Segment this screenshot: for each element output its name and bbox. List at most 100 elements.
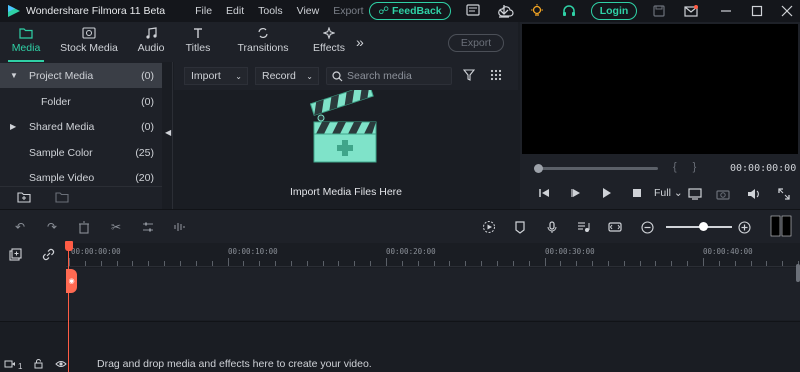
- quality-dropdown[interactable]: Full ⌄: [654, 187, 683, 199]
- new-folder-icon[interactable]: [17, 191, 31, 206]
- fit-timeline-icon[interactable]: [607, 219, 623, 235]
- filter-icon[interactable]: [462, 69, 476, 84]
- chevron-down-icon: ⌄: [235, 71, 242, 81]
- ruler-label: 00:00:10:00: [228, 247, 278, 256]
- stop-icon[interactable]: [633, 188, 642, 201]
- menu-view[interactable]: View: [297, 5, 320, 17]
- delete-icon[interactable]: [76, 219, 92, 235]
- menu-file[interactable]: File: [195, 5, 212, 17]
- library-item-folder[interactable]: Folder (0): [0, 89, 162, 114]
- media-toolbar: Import ⌄ Record ⌄: [174, 62, 518, 90]
- tab-titles[interactable]: Titles: [176, 22, 220, 62]
- tab-effects[interactable]: Effects: [306, 22, 352, 62]
- add-track-icon[interactable]: [9, 248, 22, 264]
- marker-icon[interactable]: [512, 219, 528, 235]
- save-icon[interactable]: [651, 3, 667, 19]
- volume-icon[interactable]: [747, 188, 761, 203]
- play-icon[interactable]: [602, 188, 612, 201]
- ruler-tick: [227, 258, 229, 266]
- preview-progress-bar[interactable]: [538, 167, 658, 170]
- more-tabs-chevron-icon[interactable]: »: [356, 34, 364, 50]
- preview-controls: Full ⌄: [520, 182, 800, 206]
- lightbulb-icon[interactable]: [529, 3, 545, 19]
- library-item-project-media[interactable]: ▼ Project Media (0): [0, 63, 162, 88]
- play-reverse-icon[interactable]: [570, 188, 582, 201]
- playhead-clip-marker-icon[interactable]: ◉: [66, 269, 77, 293]
- cloud-icon[interactable]: [498, 3, 514, 19]
- search-box[interactable]: [326, 67, 452, 85]
- fullscreen-icon[interactable]: [778, 188, 790, 203]
- voiceover-list-icon[interactable]: [575, 219, 591, 235]
- timeline-scrollbar[interactable]: [796, 264, 800, 282]
- playhead-handle[interactable]: [65, 241, 73, 251]
- folder-outline-icon[interactable]: [55, 191, 69, 206]
- feedback-button[interactable]: ☍ FeedBack: [369, 2, 451, 20]
- notes-icon[interactable]: [465, 3, 481, 19]
- ruler-tick: [655, 261, 657, 266]
- track-controls: 1: [4, 359, 68, 371]
- playhead-line[interactable]: [68, 243, 69, 372]
- eye-icon[interactable]: [55, 359, 68, 371]
- login-button[interactable]: Login: [591, 2, 637, 20]
- ruler-tick: [528, 261, 530, 266]
- ruler-tick: [592, 261, 594, 266]
- library-item-sample-color[interactable]: Sample Color (25): [0, 140, 162, 165]
- export-button[interactable]: Export: [448, 34, 504, 52]
- panel-layout-icon[interactable]: [770, 215, 792, 237]
- maximize-icon[interactable]: [749, 3, 765, 19]
- menu-tools[interactable]: Tools: [258, 5, 283, 17]
- adjust-icon[interactable]: [140, 219, 156, 235]
- redo-icon[interactable]: ↷: [44, 219, 60, 235]
- menu-edit[interactable]: Edit: [226, 5, 244, 17]
- zoom-in-icon[interactable]: [736, 219, 752, 235]
- snapshot-camera-icon[interactable]: [716, 188, 730, 203]
- record-label: Record: [262, 70, 296, 82]
- library-item-count: (25): [135, 146, 154, 159]
- ruler-tick: [338, 261, 340, 266]
- lock-icon[interactable]: [34, 359, 43, 371]
- chevron-down-icon: ⌄: [673, 187, 683, 199]
- ruler-tick: [560, 261, 562, 266]
- audio-waveform-icon[interactable]: [172, 219, 188, 235]
- import-dropdown[interactable]: Import ⌄: [184, 67, 248, 85]
- search-input[interactable]: [347, 70, 447, 82]
- transition-icon: [257, 26, 269, 40]
- render-preview-icon[interactable]: [481, 219, 497, 235]
- previous-frame-icon[interactable]: [538, 188, 550, 201]
- track-video-icon[interactable]: 1: [4, 359, 22, 371]
- zoom-out-icon[interactable]: [639, 219, 655, 235]
- ruler-label: 00:00:40:00: [703, 247, 753, 256]
- sparkle-icon: [323, 26, 335, 40]
- record-dropdown[interactable]: Record ⌄: [255, 67, 319, 85]
- timeline-ruler[interactable]: 00:00:00:00 00:00:10:00 00:00:20:00 00:0…: [66, 243, 800, 267]
- music-note-icon: [145, 26, 157, 40]
- library-item-count: (20): [135, 171, 154, 184]
- close-icon[interactable]: [779, 3, 795, 19]
- scissors-icon[interactable]: ✂: [108, 219, 124, 235]
- mark-in-out-icon[interactable]: {}: [673, 161, 712, 173]
- microphone-icon[interactable]: [544, 219, 560, 235]
- panel-collapse-handle[interactable]: ◀: [163, 62, 173, 209]
- grid-view-icon[interactable]: [490, 69, 502, 84]
- video-track[interactable]: [66, 268, 800, 320]
- tab-media[interactable]: Media: [0, 22, 52, 62]
- tab-stock-media[interactable]: Stock Media: [52, 22, 126, 62]
- headset-icon[interactable]: [561, 3, 577, 19]
- drop-hint: Drag and drop media and effects here to …: [97, 358, 372, 370]
- display-icon[interactable]: [688, 188, 702, 203]
- preview-progress-knob[interactable]: [534, 164, 543, 173]
- feedback-label: FeedBack: [392, 5, 442, 17]
- zoom-slider-knob[interactable]: [699, 222, 708, 231]
- mail-icon[interactable]: [683, 3, 699, 19]
- tab-transitions[interactable]: Transitions: [220, 22, 306, 62]
- undo-icon[interactable]: ↶: [12, 219, 28, 235]
- minimize-icon[interactable]: [718, 3, 734, 19]
- link-icon[interactable]: [42, 248, 55, 264]
- tab-label: Effects: [313, 42, 345, 54]
- tab-audio[interactable]: Audio: [126, 22, 176, 62]
- tab-label: Transitions: [237, 42, 289, 54]
- import-label: Import: [191, 70, 221, 82]
- menu-export[interactable]: Export: [333, 5, 363, 17]
- library-item-shared-media[interactable]: ▶ Shared Media (0): [0, 114, 162, 139]
- clapperboard-add-icon[interactable]: [309, 84, 380, 169]
